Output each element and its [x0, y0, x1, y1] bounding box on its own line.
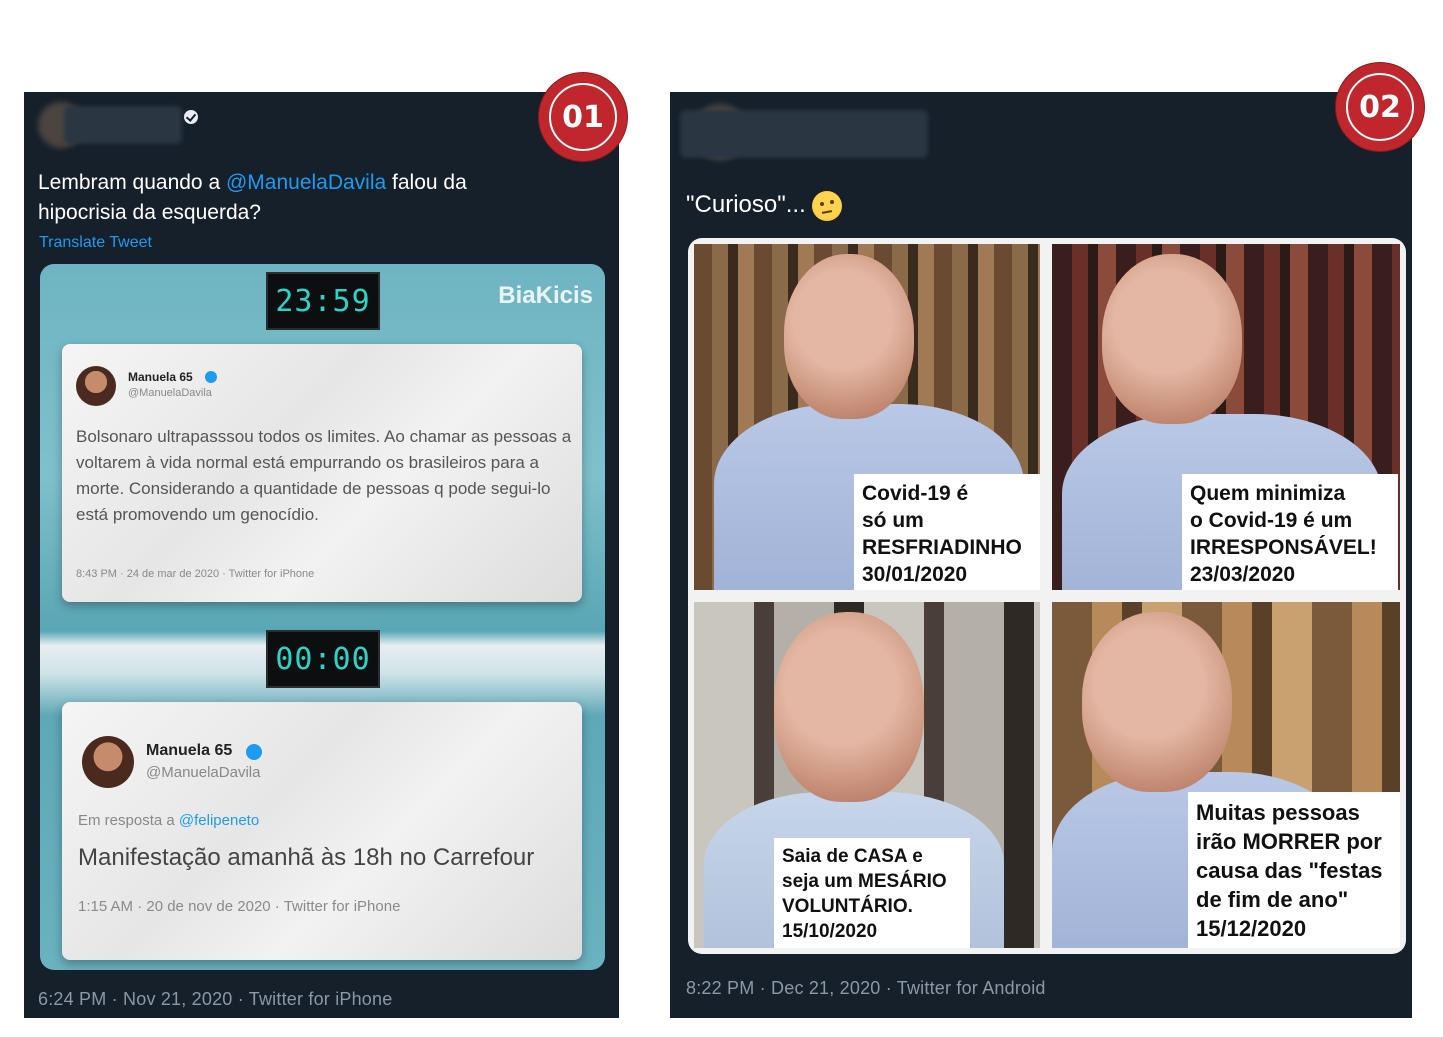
- person-face: [1082, 612, 1232, 792]
- quoted-tweet-card-2: Manuela 65 @ManuelaDavila Em resposta a …: [62, 702, 582, 960]
- tweet-footer: 6:24 PM · Nov 21, 2020 · Twitter for iPh…: [38, 989, 393, 1009]
- grid-image-2[interactable]: Quem minimiza o Covid-19 é um IRRESPONSÁVE…: [1052, 244, 1400, 590]
- clock-display-bottom: 00:00: [266, 630, 380, 688]
- verified-icon: [184, 110, 198, 124]
- tweet-footer: 8:22 PM · Dec 21, 2020 · Twitter for And…: [686, 978, 1046, 998]
- image-caption: Quem minimiza o Covid-19 é um IRRESPONSÁVE…: [1182, 474, 1398, 590]
- card-body-text: Bolsonaro ultrapasssou todos os limites.…: [76, 427, 572, 524]
- card-author-handle: @ManuelaDavila: [128, 387, 212, 399]
- person-face: [1102, 254, 1242, 424]
- image-caption: Covid-19 é só um RESFRIADINHO 30/01/2020: [854, 474, 1040, 590]
- author-name-redacted: [64, 106, 182, 144]
- person-face: [784, 254, 914, 419]
- image-caption: Muitas pessoas irão MORRER por causa das "…: [1188, 792, 1400, 948]
- grid-image-3[interactable]: Saia de CASA e seja um MESÁRIO VOLUNTÁRIO.…: [694, 602, 1040, 948]
- grid-image-4[interactable]: Muitas pessoas irão MORRER por causa das "…: [1052, 602, 1400, 948]
- card-author-handle: @ManuelaDavila: [146, 764, 261, 781]
- tweet-image[interactable]: BiaKicis 23:59 Manuela 65 @ManuelaDavila…: [40, 264, 605, 970]
- card-author-name: Manuela 65: [146, 742, 233, 759]
- clock-display-top: 23:59: [266, 272, 380, 330]
- tweet-card-2: "Curioso"... Covid-19 é só um RESFRIADINHO…: [670, 92, 1412, 1018]
- verified-icon: [246, 744, 262, 760]
- card-meta: 1:15 AM · 20 de nov de 2020 · Twitter fo…: [78, 898, 401, 915]
- mention-link[interactable]: @ManuelaDavila: [226, 171, 386, 194]
- tweet-card-1: Lembram quando a @ManuelaDavila falou da…: [24, 92, 619, 1018]
- image-grid[interactable]: Covid-19 é só um RESFRIADINHO 30/01/2020 Qu…: [688, 238, 1406, 954]
- thinking-face-icon: [811, 190, 842, 221]
- reply-context: Em resposta a @felipeneto: [78, 812, 260, 829]
- translate-tweet-link[interactable]: Translate Tweet: [39, 234, 152, 252]
- quoted-tweet-card-1: Manuela 65 @ManuelaDavila Bolsonaro ultr…: [62, 344, 582, 602]
- tweet-text: "Curioso"...: [686, 190, 842, 221]
- person-face: [774, 612, 924, 802]
- number-badge-02: 02: [1340, 67, 1420, 147]
- card-author-name: Manuela 65: [128, 370, 193, 384]
- verified-icon: [205, 371, 217, 383]
- author-name-redacted: [680, 110, 928, 158]
- image-caption: Saia de CASA e seja um MESÁRIO VOLUNTÁRIO.…: [774, 838, 970, 948]
- avatar: [82, 736, 134, 788]
- watermark-logo: BiaKicis: [498, 282, 593, 309]
- number-badge-01: 01: [543, 77, 623, 157]
- grid-image-1[interactable]: Covid-19 é só um RESFRIADINHO 30/01/2020: [694, 244, 1040, 590]
- tweet-text: Lembram quando a @ManuelaDavila falou da…: [38, 171, 467, 224]
- card-body-text: Manifestação amanhã às 18h no Carrefour: [78, 844, 535, 871]
- avatar: [76, 366, 116, 406]
- card-meta: 8:43 PM · 24 de mar de 2020 · Twitter fo…: [76, 568, 315, 580]
